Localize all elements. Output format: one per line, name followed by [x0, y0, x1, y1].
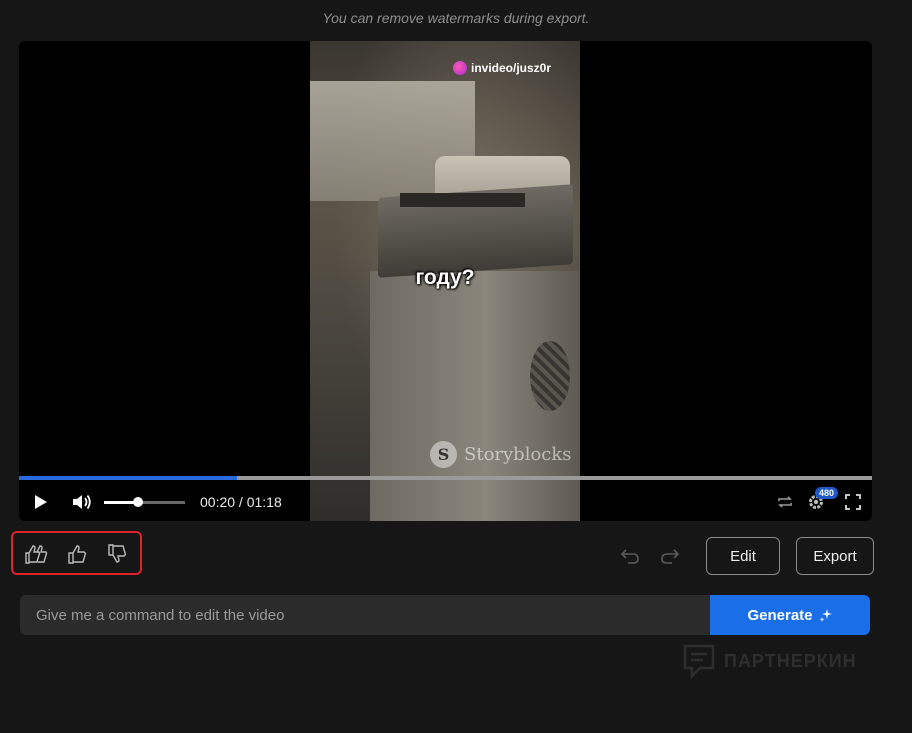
storyblocks-watermark: S Storyblocks: [430, 441, 572, 468]
invideo-logo-icon: [453, 61, 467, 75]
fullscreen-icon[interactable]: [843, 492, 863, 512]
volume-icon[interactable]: [71, 492, 93, 512]
generate-button[interactable]: Generate: [710, 595, 870, 635]
video-progress-fill: [19, 476, 238, 480]
play-icon[interactable]: [33, 493, 49, 511]
export-hint: You can remove watermarks during export.: [322, 10, 590, 26]
loop-icon[interactable]: [775, 492, 795, 512]
sparkle-icon: [819, 609, 832, 622]
quality-badge: 480: [815, 487, 839, 499]
video-controls: 00:20 / 01:18 480: [19, 486, 872, 518]
generate-button-label: Generate: [747, 606, 813, 624]
video-caption: году?: [415, 266, 475, 289]
thumbs-up-icon[interactable]: [65, 543, 91, 565]
undo-icon[interactable]: [619, 545, 641, 567]
volume-slider[interactable]: [104, 497, 185, 507]
partnerkin-logo-icon: [683, 644, 715, 679]
invideo-watermark: invideo/jusz0r: [453, 61, 551, 75]
time-display: 00:20 / 01:18: [200, 494, 282, 510]
redo-icon[interactable]: [659, 545, 681, 567]
feedback-group: [11, 531, 142, 575]
volume-slider-knob[interactable]: [133, 497, 144, 507]
edit-button[interactable]: Edit: [706, 537, 780, 575]
storyblocks-logo-icon: S: [430, 441, 457, 468]
video-progress-bar[interactable]: [19, 476, 872, 480]
export-button[interactable]: Export: [796, 537, 874, 575]
video-frame[interactable]: invideo/jusz0r году? S Storyblocks: [310, 41, 580, 521]
partnerkin-watermark: ПАРТНЕРКИН: [682, 643, 857, 679]
command-input[interactable]: [20, 595, 710, 635]
thumbs-down-icon[interactable]: [105, 543, 131, 565]
double-thumbs-up-icon[interactable]: [25, 543, 51, 565]
video-player[interactable]: invideo/jusz0r году? S Storyblocks 00:20…: [19, 41, 872, 521]
